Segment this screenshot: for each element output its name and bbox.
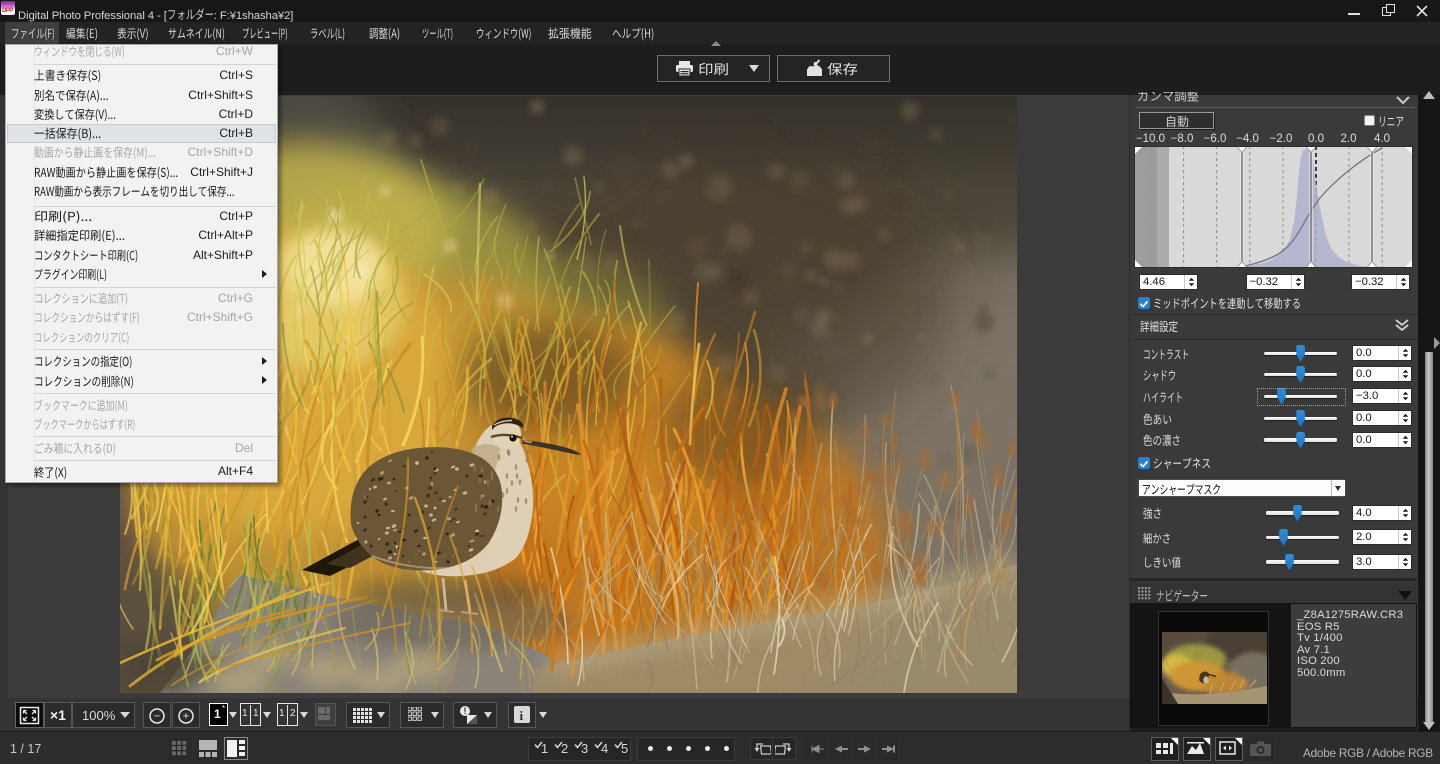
- svg-text:−: −: [153, 710, 159, 722]
- svg-text:!: !: [464, 706, 467, 716]
- svg-text:+: +: [182, 710, 188, 722]
